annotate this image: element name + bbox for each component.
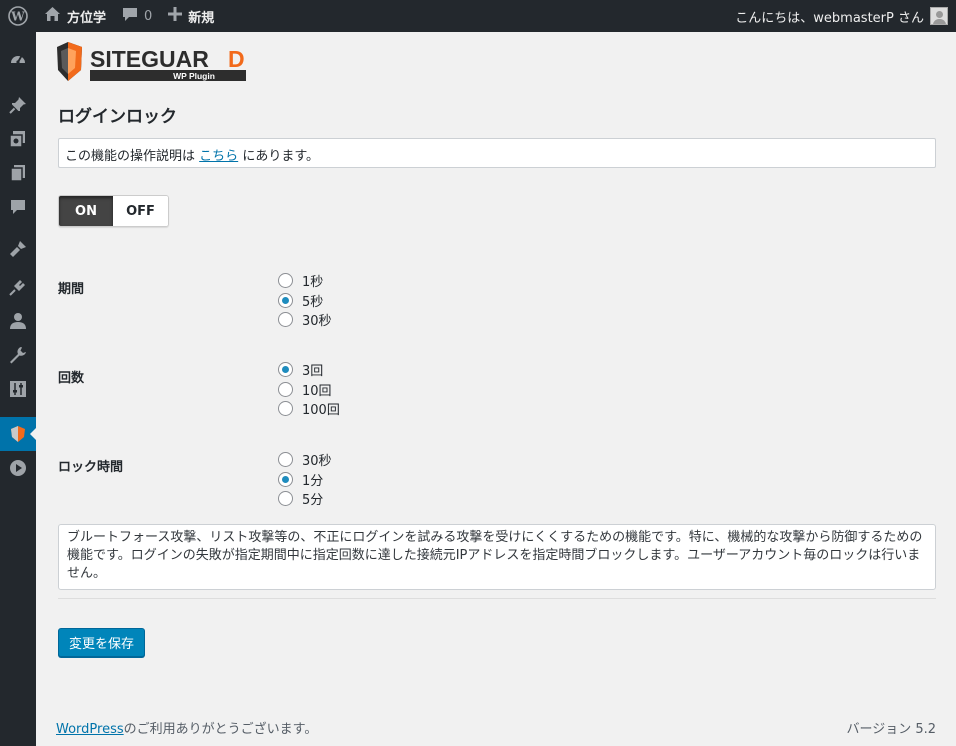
page-title: ログインロック bbox=[58, 107, 177, 127]
radio-option[interactable]: 10回 bbox=[278, 380, 340, 400]
pin-icon[interactable] bbox=[0, 88, 36, 122]
settings-icon[interactable] bbox=[0, 372, 36, 406]
radio-button-checked[interactable] bbox=[278, 471, 293, 487]
radio-button[interactable] bbox=[278, 273, 293, 289]
logo-subtitle: WP Plugin bbox=[173, 71, 215, 81]
new-content-link[interactable]: 新規 bbox=[160, 0, 222, 32]
wordpress-link[interactable]: WordPress bbox=[56, 722, 124, 737]
site-name: 方位学 bbox=[67, 10, 107, 26]
radio-button[interactable] bbox=[278, 491, 293, 507]
siteguard-icon[interactable] bbox=[0, 417, 36, 451]
svg-text:W: W bbox=[10, 10, 25, 24]
divider bbox=[58, 598, 936, 599]
plus-icon bbox=[168, 7, 183, 25]
count-radio-group: 3回 10回 100回 bbox=[278, 360, 340, 419]
radio-label: 100回 bbox=[302, 403, 340, 419]
radio-option[interactable]: 1秒 bbox=[278, 271, 332, 291]
radio-button[interactable] bbox=[278, 401, 293, 417]
appearance-icon[interactable] bbox=[0, 232, 36, 266]
count-label: 回数 bbox=[58, 371, 85, 386]
pages-icon[interactable] bbox=[0, 156, 36, 190]
radio-option[interactable]: 100回 bbox=[278, 399, 340, 419]
radio-label: 5分 bbox=[302, 493, 324, 509]
siteguard-logo: SITEGUAR D WP Plugin bbox=[56, 40, 251, 84]
site-name-link[interactable]: 方位学 bbox=[36, 0, 114, 32]
version-text: バージョン 5.2 bbox=[846, 722, 936, 737]
radio-option[interactable]: 1分 bbox=[278, 470, 332, 490]
help-notice: この機能の操作説明は こちら にあります。 bbox=[58, 138, 936, 168]
play-icon[interactable] bbox=[0, 451, 36, 485]
footer-thanks: WordPressのご利用ありがとうございます。 bbox=[56, 718, 317, 737]
toggle-on-button[interactable]: ON bbox=[59, 196, 114, 226]
svg-text:SITEGUAR: SITEGUAR bbox=[90, 46, 209, 72]
radio-button-checked[interactable] bbox=[278, 362, 293, 378]
comments-link[interactable]: 0 bbox=[114, 0, 160, 32]
radio-label: 30秒 bbox=[302, 454, 332, 470]
comments-count: 0 bbox=[144, 8, 153, 24]
notice-prefix: この機能の操作説明は bbox=[65, 149, 196, 164]
radio-label: 30秒 bbox=[302, 314, 332, 330]
radio-label: 5秒 bbox=[302, 294, 324, 310]
radio-option[interactable]: 30秒 bbox=[278, 450, 332, 470]
period-radio-group: 1秒 5秒 30秒 bbox=[278, 271, 332, 330]
tools-icon[interactable] bbox=[0, 338, 36, 372]
home-icon bbox=[44, 6, 61, 26]
wordpress-logo-icon[interactable]: W bbox=[0, 0, 36, 32]
radio-button[interactable] bbox=[278, 381, 293, 397]
lock-time-label: ロック時間 bbox=[58, 460, 124, 475]
radio-label: 3回 bbox=[302, 364, 324, 380]
radio-label: 1分 bbox=[302, 473, 324, 489]
radio-button-checked[interactable] bbox=[278, 292, 293, 308]
radio-option[interactable]: 3回 bbox=[278, 360, 340, 380]
users-icon[interactable] bbox=[0, 304, 36, 338]
toggle-off-button[interactable]: OFF bbox=[113, 196, 168, 226]
lock-time-radio-group: 30秒 1分 5分 bbox=[278, 450, 332, 509]
admin-menu bbox=[0, 32, 36, 746]
radio-button[interactable] bbox=[278, 452, 293, 468]
plugins-icon[interactable] bbox=[0, 270, 36, 304]
svg-text:D: D bbox=[228, 46, 245, 72]
radio-label: 1秒 bbox=[302, 275, 324, 291]
new-label: 新規 bbox=[188, 10, 215, 26]
radio-option[interactable]: 30秒 bbox=[278, 310, 332, 330]
feature-description: ブルートフォース攻撃、リスト攻撃等の、不正にログインを試みる攻撃を受けにくくする… bbox=[58, 524, 936, 590]
admin-bar: W 方位学 0 新規 こんにちは、webmasterP さん bbox=[0, 0, 956, 32]
dashboard-icon[interactable] bbox=[0, 42, 36, 76]
radio-option[interactable]: 5秒 bbox=[278, 291, 332, 311]
greeting-text: こんにちは、webmasterP さん bbox=[735, 10, 924, 26]
radio-option[interactable]: 5分 bbox=[278, 489, 332, 509]
period-label: 期間 bbox=[58, 282, 85, 297]
radio-button[interactable] bbox=[278, 312, 293, 328]
help-link[interactable]: こちら bbox=[199, 149, 238, 164]
save-changes-button[interactable]: 変更を保存 bbox=[58, 628, 145, 657]
footer-text: のご利用ありがとうございます。 bbox=[123, 722, 318, 737]
comment-bubble-icon bbox=[122, 7, 138, 26]
avatar bbox=[930, 7, 948, 25]
radio-label: 10回 bbox=[302, 383, 332, 399]
feature-toggle[interactable]: ON OFF bbox=[58, 195, 169, 227]
media-icon[interactable] bbox=[0, 122, 36, 156]
my-account-link[interactable]: こんにちは、webmasterP さん bbox=[735, 0, 956, 32]
comments-icon[interactable] bbox=[0, 190, 36, 224]
main-content: SITEGUAR D WP Plugin ログインロック この機能の操作説明は … bbox=[36, 32, 956, 746]
notice-suffix: にあります。 bbox=[242, 149, 320, 164]
